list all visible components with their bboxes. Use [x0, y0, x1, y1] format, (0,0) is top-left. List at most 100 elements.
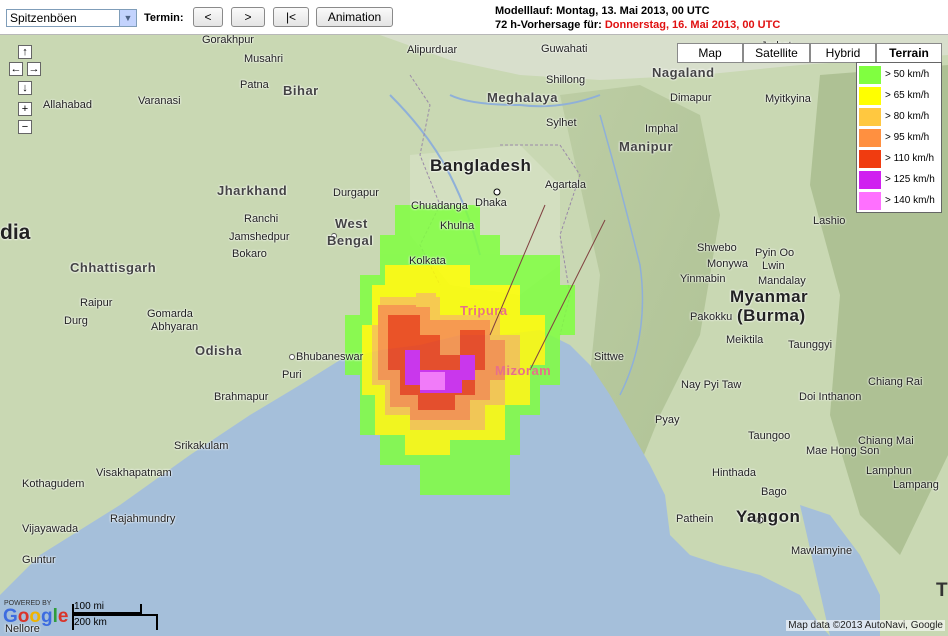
pan-left-button[interactable]: ←	[9, 62, 23, 76]
legend-label: > 50 km/h	[885, 69, 930, 80]
label-meiktila: Meiktila	[726, 334, 764, 346]
label-sylhet: Sylhet	[546, 117, 577, 129]
previous-step-button[interactable]: <	[193, 7, 223, 27]
gust-legend: > 50 km/h > 65 km/h > 80 km/h > 95 km/h > 11…	[856, 62, 942, 213]
label-mae-hong-son: Mae Hong Son	[806, 445, 880, 457]
chevron-down-icon[interactable]: ▼	[119, 10, 136, 26]
label-monywa: Monywa	[707, 258, 748, 270]
label-yinmabin: Yinmabin	[680, 273, 726, 285]
scale-bar: 100 mi 200 km	[72, 601, 162, 632]
label-kothagudem: Kothagudem	[22, 478, 85, 490]
label-guwahati: Guwahati	[541, 43, 588, 55]
pan-up-button[interactable]: ↑	[18, 45, 32, 59]
legend-label: > 65 km/h	[885, 90, 930, 101]
map-type-terrain-button[interactable]: Terrain	[876, 43, 942, 63]
label-yangon: Yangon	[736, 507, 801, 526]
map-canvas[interactable]: dia Gorakhpur Musahri Bihar Patna Allaha…	[0, 35, 948, 636]
label-west-bengal-2: Bengal	[327, 233, 374, 248]
label-west-bengal-1: West	[335, 216, 368, 231]
legend-label: > 95 km/h	[885, 132, 930, 143]
label-chuadanga: Chuadanga	[411, 200, 468, 212]
label-varanasi: Varanasi	[138, 95, 181, 107]
label-bangladesh: Bangladesh	[430, 156, 532, 175]
label-thailand-t: T	[936, 580, 948, 601]
label-pyay: Pyay	[655, 414, 680, 426]
label-lashio: Lashio	[813, 215, 846, 227]
scale-mi: 100 mi	[74, 601, 105, 612]
legend-row: > 125 km/h	[859, 169, 939, 190]
label-dimapur: Dimapur	[670, 92, 712, 104]
label-mandalay: Mandalay	[758, 275, 806, 287]
label-myanmar-1: Myanmar	[730, 287, 809, 306]
label-bokaro: Bokaro	[232, 248, 267, 260]
label-lampang: Lampang	[893, 479, 939, 491]
label-manipur: Manipur	[619, 139, 674, 154]
label-shillong: Shillong	[546, 74, 586, 86]
label-jharkhand: Jharkhand	[217, 183, 288, 198]
google-logo[interactable]: Google	[3, 606, 68, 628]
label-puri: Puri	[282, 369, 302, 381]
pan-down-button[interactable]: ↓	[18, 81, 32, 95]
label-srikakulam: Srikakulam	[174, 440, 229, 452]
legend-row: > 140 km/h	[859, 190, 939, 211]
label-pakokku: Pakokku	[690, 311, 733, 323]
pan-right-button[interactable]: →	[27, 62, 41, 76]
legend-row: > 80 km/h	[859, 106, 939, 127]
map-type-hybrid-button[interactable]: Hybrid	[810, 43, 876, 63]
forecast-text: 72 h-Vorhersage für: Donnerstag, 16. Mai…	[495, 19, 780, 31]
map-copyright: Map data ©2013 AutoNavi, Google	[786, 620, 945, 631]
forecast-date: Donnerstag, 16. Mai 2013, 00 UTC	[604, 19, 781, 31]
label-meghalaya: Meghalaya	[487, 90, 558, 105]
legend-swatch	[859, 149, 881, 168]
label-taunggyi: Taunggyi	[788, 339, 833, 351]
label-india: dia	[0, 221, 31, 244]
label-shwebo: Shwebo	[697, 242, 737, 254]
next-step-button[interactable]: >	[231, 7, 265, 27]
label-musahri: Musahri	[244, 53, 284, 65]
label-myitkyina: Myitkyina	[765, 93, 811, 105]
label-chhattisgarh: Chhattisgarh	[70, 260, 157, 275]
label-sittwe: Sittwe	[594, 351, 624, 363]
label-odisha: Odisha	[195, 343, 243, 358]
label-myanmar-2: (Burma)	[737, 306, 806, 325]
zoom-in-button[interactable]: +	[18, 102, 32, 116]
map-type-satellite-button[interactable]: Satellite	[743, 43, 810, 63]
legend-swatch	[859, 170, 881, 189]
label-mawlamyine: Mawlamyine	[791, 545, 853, 557]
label-alipurduar: Alipurduar	[407, 44, 458, 56]
label-brahmapur: Brahmapur	[214, 391, 269, 403]
label-guntur: Guntur	[22, 554, 56, 566]
label-dhaka: Dhaka	[475, 197, 507, 209]
label-raipur: Raipur	[80, 297, 113, 309]
label-gomarda: Gomarda	[147, 308, 193, 320]
label-agartala: Agartala	[545, 179, 586, 191]
legend-label: > 80 km/h	[885, 111, 930, 122]
map-type-map-button[interactable]: Map	[677, 43, 743, 63]
legend-row: > 50 km/h	[859, 64, 939, 85]
first-step-button[interactable]: |<	[273, 7, 309, 27]
label-vijayawada: Vijayawada	[22, 523, 79, 535]
label-taungoo: Taungoo	[748, 430, 791, 442]
label-ranchi: Ranchi	[244, 213, 279, 225]
legend-swatch	[859, 107, 881, 126]
label-rajahmundry: Rajahmundry	[110, 513, 176, 525]
parameter-select[interactable]: Spitzenböen ▼	[6, 9, 137, 27]
label-visakhapatnam: Visakhapatnam	[96, 467, 172, 479]
label-mizoram: Mizoram	[495, 363, 552, 378]
legend-swatch	[859, 65, 881, 84]
legend-swatch	[859, 128, 881, 147]
label-pyin-oo: Pyin Oo	[755, 247, 795, 259]
termin-label: Termin:	[144, 12, 184, 24]
label-imphal: Imphal	[645, 123, 679, 135]
label-khulna: Khulna	[440, 220, 475, 232]
legend-swatch	[859, 191, 881, 210]
animation-button[interactable]: Animation	[316, 7, 393, 27]
label-durgapur: Durgapur	[333, 187, 379, 199]
label-lwin: Lwin	[762, 260, 785, 272]
label-bihar: Bihar	[283, 83, 319, 98]
label-lamphun: Lamphun	[866, 465, 912, 477]
model-run-text: Modelllauf: Montag, 13. Mai 2013, 00 UTC	[495, 5, 710, 17]
zoom-out-button[interactable]: −	[18, 120, 32, 134]
legend-swatch	[859, 86, 881, 105]
legend-label: > 125 km/h	[885, 174, 935, 185]
